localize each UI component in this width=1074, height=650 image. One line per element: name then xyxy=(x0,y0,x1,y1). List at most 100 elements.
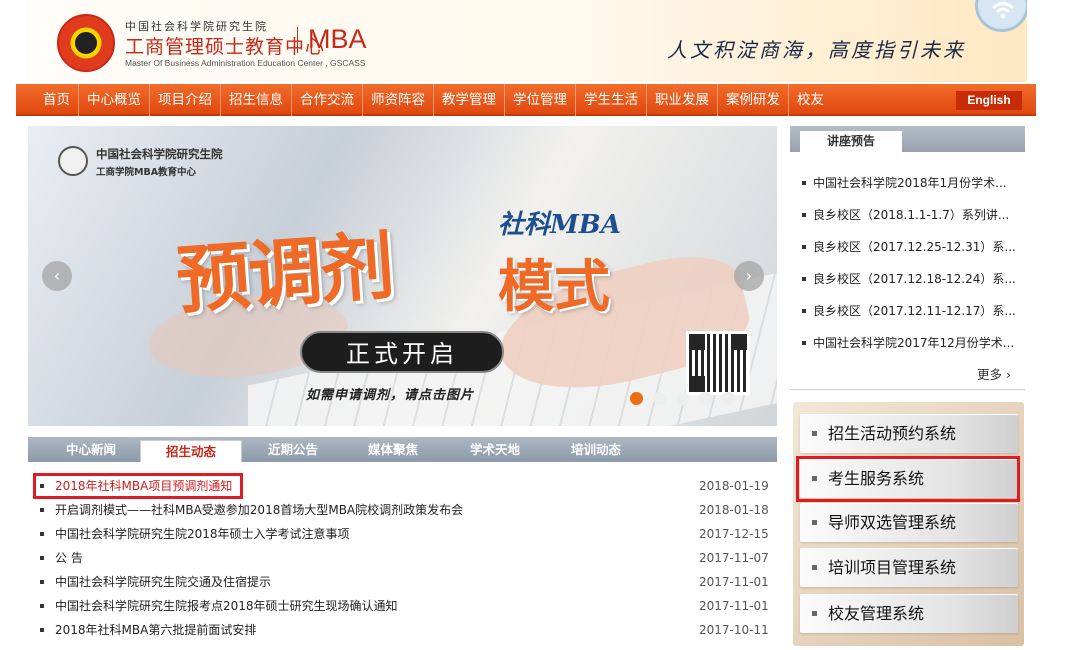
slogan: 人文积淀商海，高度指引未来 xyxy=(667,38,966,62)
news-date: 2017-11-01 xyxy=(699,575,769,589)
main-nav: 首页 中心概览 项目介绍 招生信息 合作交流 师资阵容 教学管理 学位管理 学生… xyxy=(16,84,1036,116)
banner-start-button[interactable]: 正式开启 xyxy=(300,331,504,373)
nav-faculty[interactable]: 师资阵容 xyxy=(363,84,434,116)
lecture-link[interactable]: 中国社会科学院2017年12月份学术... xyxy=(813,327,1014,359)
banner-school-name: 中国社会科学院研究生院 xyxy=(96,147,223,161)
tab-admission-news[interactable]: 招生动态 xyxy=(140,440,242,462)
highlight-box xyxy=(796,456,1020,502)
carousel-dot[interactable] xyxy=(653,392,666,405)
nav-cooperation[interactable]: 合作交流 xyxy=(292,84,363,116)
nav-teaching[interactable]: 教学管理 xyxy=(434,84,505,116)
nav-admissions[interactable]: 招生信息 xyxy=(221,84,292,116)
banner-headline-suffix: 模式 xyxy=(498,254,610,320)
news-list: 2018年社科MBA项目预调剂通知 2018-01-19 开启调剂模式——社科M… xyxy=(28,474,777,642)
list-item: 中国社会科学院研究生院交通及住宿提示 2017-11-01 xyxy=(28,570,777,594)
bullet-icon xyxy=(40,580,44,584)
site-header: 中国社会科学院研究生院 工商管理硕士教育中心 MBA Master Of Bus… xyxy=(27,0,1027,82)
org-name-en: Master Of Business Administration Educat… xyxy=(125,58,366,68)
list-item[interactable]: 中国社会科学院2017年12月份学术... xyxy=(790,327,1025,359)
carousel-prev-button[interactable]: ‹ xyxy=(42,261,72,291)
system-label: 招生活动预约系统 xyxy=(828,424,957,443)
carousel-dot[interactable] xyxy=(699,392,712,405)
news-title-link[interactable]: 中国社会科学院研究生院交通及住宿提示 xyxy=(55,570,271,594)
nav-programs[interactable]: 项目介绍 xyxy=(150,84,221,116)
systems-panel: 招生活动预约系统 考生服务系统 导师双选管理系统 培训项目管理系统 校友管理系统 xyxy=(793,402,1024,646)
nav-degree[interactable]: 学位管理 xyxy=(505,84,576,116)
news-date: 2017-11-01 xyxy=(699,599,769,613)
system-label: 校友管理系统 xyxy=(828,604,925,623)
banner-school-sub: 工商学院MBA教育中心 xyxy=(96,167,197,178)
carousel-dot[interactable] xyxy=(630,392,643,405)
list-item: 中国社会科学院研究生院2018年硕士入学考试注意事项 2017-12-15 xyxy=(28,522,777,546)
news-title-link[interactable]: 公 告 xyxy=(55,546,83,570)
tab-lectures[interactable]: 讲座预告 xyxy=(800,131,902,152)
tab-announcements[interactable]: 近期公告 xyxy=(268,437,318,462)
nav-alumni[interactable]: 校友 xyxy=(789,84,832,116)
lecture-link[interactable]: 良乡校区（2017.12.18-12.24）系... xyxy=(813,263,1016,295)
list-item[interactable]: 良乡校区（2018.1.1-1.7）系列讲... xyxy=(790,199,1025,231)
banner-hint: 如需申请调剂，请点击图片 xyxy=(306,388,475,403)
news-title-link[interactable]: 中国社会科学院研究生院2018年硕士入学考试注意事项 xyxy=(55,522,350,546)
lecture-panel: 讲座预告 中国社会科学院2018年1月份学术... 良乡校区（2018.1.1-… xyxy=(790,126,1025,390)
lecture-link[interactable]: 良乡校区（2017.12.11-12.17）系... xyxy=(813,295,1016,327)
news-title-link[interactable]: 中国社会科学院研究生院报考点2018年硕士研究生现场确认通知 xyxy=(55,594,398,618)
nav-career[interactable]: 职业发展 xyxy=(647,84,718,116)
bullet-icon xyxy=(40,604,44,608)
news-date: 2018-01-18 xyxy=(699,503,769,517)
nav-overview[interactable]: 中心概览 xyxy=(79,84,150,116)
bullet-icon xyxy=(40,532,44,536)
carousel-dot[interactable] xyxy=(676,392,689,405)
tab-academic[interactable]: 学术天地 xyxy=(470,437,520,462)
bullet-icon xyxy=(40,556,44,560)
banner-school-logo: 中国社会科学院研究生院 工商学院MBA教育中心 xyxy=(58,144,258,184)
list-item: 2018年社科MBA第六批提前面试安排 2017-10-11 xyxy=(28,618,777,642)
english-button[interactable]: English xyxy=(956,91,1022,110)
list-item: 公 告 2017-11-07 xyxy=(28,546,777,570)
list-item[interactable]: 良乡校区（2017.12.25-12.31）系... xyxy=(790,231,1025,263)
banner-carousel[interactable]: 中国社会科学院研究生院 工商学院MBA教育中心 预调剂 社科MBA 模式 正式开… xyxy=(28,126,777,426)
system-training-project-button[interactable]: 培训项目管理系统 xyxy=(800,548,1018,587)
org-mba: MBA xyxy=(308,24,367,54)
qr-code xyxy=(686,331,750,395)
list-item[interactable]: 良乡校区（2017.12.18-12.24）系... xyxy=(790,263,1025,295)
lecture-list: 中国社会科学院2018年1月份学术... 良乡校区（2018.1.1-1.7）系… xyxy=(790,167,1025,359)
news-date: 2017-12-15 xyxy=(699,527,769,541)
banner-brand: 社科MBA xyxy=(498,210,621,240)
system-label: 培训项目管理系统 xyxy=(828,558,957,577)
more-link[interactable]: 更多 › xyxy=(977,364,1011,383)
lecture-link[interactable]: 良乡校区（2017.12.25-12.31）系... xyxy=(813,231,1016,263)
nav-case-research[interactable]: 案例研发 xyxy=(718,84,789,116)
list-item[interactable]: 中国社会科学院2018年1月份学术... xyxy=(790,167,1025,199)
nav-home[interactable]: 首页 xyxy=(35,84,79,116)
bullet-icon xyxy=(40,508,44,512)
list-item: 开启调剂模式——社科MBA受邀参加2018首场大型MBA院校调剂政策发布会 20… xyxy=(28,498,777,522)
news-title-link[interactable]: 2018年社科MBA第六批提前面试安排 xyxy=(55,618,256,642)
school-emblem-icon xyxy=(58,146,88,176)
org-title: 工商管理硕士教育中心 xyxy=(125,36,326,58)
tab-media[interactable]: 媒体聚焦 xyxy=(368,437,418,462)
school-logo[interactable] xyxy=(57,14,115,72)
system-label: 导师双选管理系统 xyxy=(828,513,957,532)
news-title-link[interactable]: 开启调剂模式——社科MBA受邀参加2018首场大型MBA院校调剂政策发布会 xyxy=(55,498,463,522)
carousel-dots xyxy=(630,392,735,405)
list-item: 中国社会科学院研究生院报考点2018年硕士研究生现场确认通知 2017-11-0… xyxy=(28,594,777,618)
list-item[interactable]: 良乡校区（2017.12.11-12.17）系... xyxy=(790,295,1025,327)
wifi-icon[interactable] xyxy=(975,0,1027,32)
news-date: 2018-01-19 xyxy=(699,479,769,493)
title-divider xyxy=(297,27,298,53)
news-date: 2017-10-11 xyxy=(699,623,769,637)
system-alumni-button[interactable]: 校友管理系统 xyxy=(800,594,1018,633)
tab-center-news[interactable]: 中心新闻 xyxy=(66,437,116,462)
lecture-header: 讲座预告 xyxy=(790,126,1025,152)
banner-headline: 预调剂 xyxy=(173,223,396,325)
nav-student-life[interactable]: 学生生活 xyxy=(576,84,647,116)
lecture-link[interactable]: 中国社会科学院2018年1月份学术... xyxy=(813,167,1007,199)
system-enrollment-booking-button[interactable]: 招生活动预约系统 xyxy=(800,414,1018,453)
tab-training[interactable]: 培训动态 xyxy=(571,437,621,462)
lecture-link[interactable]: 良乡校区（2018.1.1-1.7）系列讲... xyxy=(813,199,1009,231)
highlight-box xyxy=(33,473,243,499)
system-mentor-selection-button[interactable]: 导师双选管理系统 xyxy=(800,503,1018,542)
carousel-next-button[interactable]: › xyxy=(734,261,764,291)
carousel-dot[interactable] xyxy=(722,392,735,405)
bullet-icon xyxy=(40,628,44,632)
